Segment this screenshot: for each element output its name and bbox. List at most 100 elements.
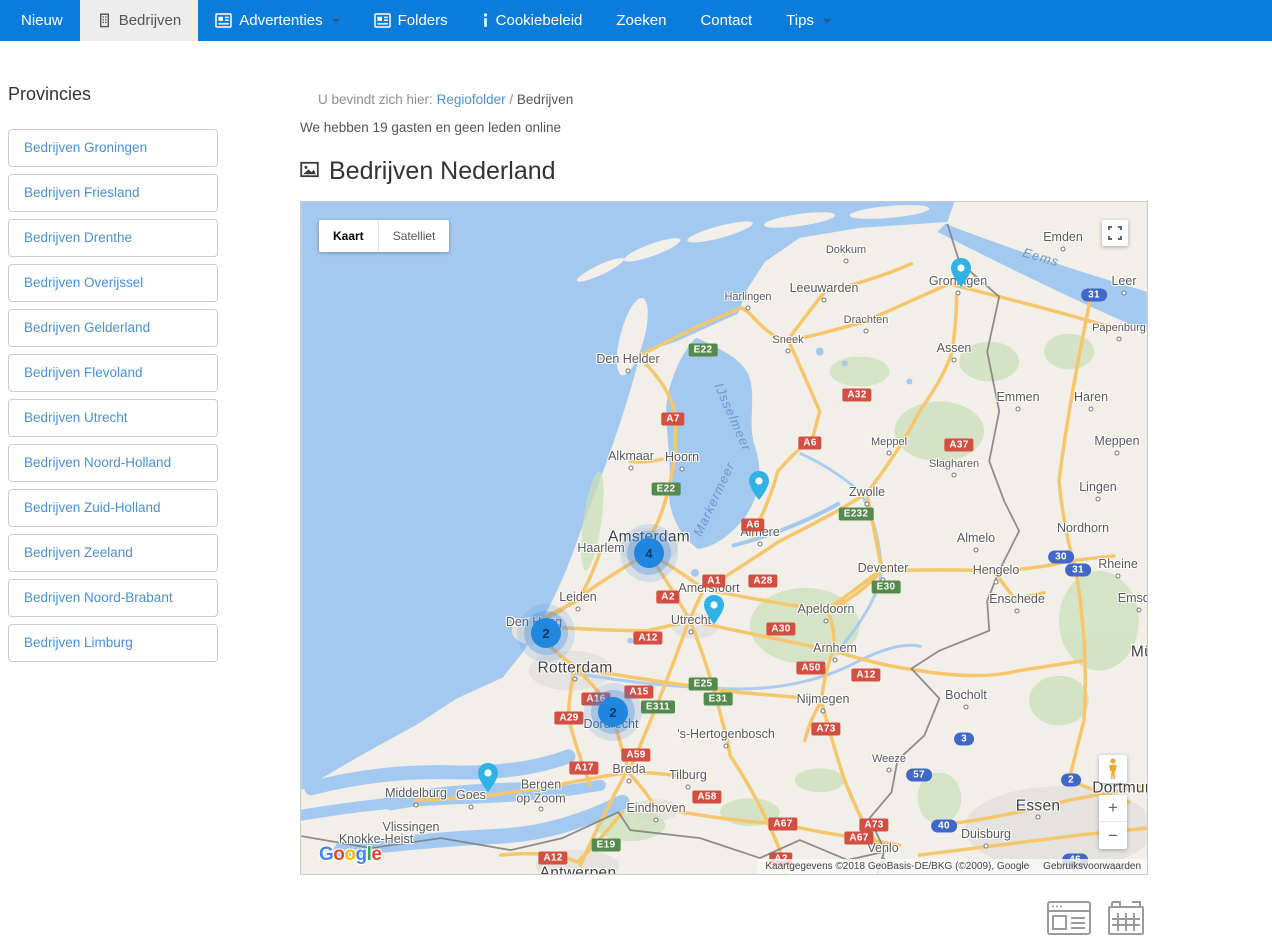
terms-link[interactable]: Gebruiksvoorwaarden (1043, 861, 1141, 872)
map-type-kaart-button[interactable]: Kaart (319, 220, 379, 252)
map-city-label-deventer: Deventer (858, 562, 909, 576)
sidebar-item-bedrijven-limburg[interactable]: Bedrijven Limburg (8, 624, 218, 662)
attribution-text: Kaartgegevens ©2018 GeoBasis-DE/BKG (©20… (765, 861, 1029, 872)
map-city-dot (1016, 407, 1021, 412)
pegman-icon[interactable] (1099, 755, 1127, 783)
breadcrumb-separator: / (509, 92, 513, 107)
map-city-dot (984, 844, 989, 849)
map-city-dot (952, 358, 957, 363)
nav-item-nieuw[interactable]: Nieuw (4, 0, 80, 41)
nav-item-label: Cookiebeleid (496, 12, 583, 29)
zoom-control: + − (1099, 795, 1127, 849)
map-city-label-duisburg: Duisburg (961, 828, 1011, 842)
map-city-label-hengelo: Hengelo (973, 564, 1020, 578)
road-shield-a12: A12 (851, 669, 880, 682)
nav-item-advertenties[interactable]: Advertenties (198, 0, 356, 41)
map-city-dot (1061, 247, 1066, 252)
nav-item-cookiebeleid[interactable]: Cookiebeleid (465, 0, 600, 41)
map-city-label-tilburg: Tilburg (669, 769, 707, 783)
map-cluster-dordrecht[interactable]: 2 (598, 697, 628, 727)
water-label-ijsselmeer: IJsselmeer (711, 381, 754, 454)
breadcrumb-link-regiofolder[interactable]: Regiofolder (437, 92, 506, 107)
road-shield-a59: A59 (621, 749, 650, 762)
map-city-dot (724, 744, 729, 749)
building-icon (97, 13, 112, 28)
water-label-eems: Eems (1021, 245, 1061, 270)
road-shield-40: 40 (931, 820, 957, 833)
map-city-dot (1122, 291, 1127, 296)
map-pin-goes[interactable] (477, 763, 499, 793)
sidebar-item-bedrijven-drenthe[interactable]: Bedrijven Drenthe (8, 219, 218, 257)
map-city-label-weeze: Weeze (872, 753, 906, 765)
map-cluster-amsterdam[interactable]: 4 (634, 538, 664, 568)
map-city-label-rheine: Rheine (1098, 558, 1138, 572)
map-city-label-alkmaar: Alkmaar (608, 450, 654, 464)
sidebar-item-bedrijven-friesland[interactable]: Bedrijven Friesland (8, 174, 218, 212)
sidebar-item-bedrijven-noord-brabant[interactable]: Bedrijven Noord-Brabant (8, 579, 218, 617)
map-city-dot (680, 467, 685, 472)
map-city-label-leer: Leer (1111, 275, 1136, 289)
nav-item-label: Advertenties (239, 12, 322, 29)
article-layout-icon[interactable] (1046, 898, 1092, 943)
map-city-dot (686, 785, 691, 790)
sidebar-item-bedrijven-overijssel[interactable]: Bedrijven Overijssel (8, 264, 218, 302)
caret-down-icon (823, 19, 831, 23)
map-pin-groningen[interactable] (950, 258, 972, 288)
google-map-canvas[interactable]: DokkumEmdenLeerGroningenLeeuwardenHarlin… (300, 201, 1148, 875)
sidebar-item-bedrijven-groningen[interactable]: Bedrijven Groningen (8, 129, 218, 167)
map-city-label-arnhem: Arnhem (813, 642, 857, 656)
map-city-label-leeuwarden: Leeuwarden (790, 282, 859, 296)
google-logo[interactable]: Google (319, 844, 381, 866)
road-shield-31: 31 (1081, 289, 1107, 302)
map-city-label-s-hertogenbosch: 's-Hertogenbosch (677, 728, 775, 742)
sidebar-item-bedrijven-flevoland[interactable]: Bedrijven Flevoland (8, 354, 218, 392)
map-city-dot (573, 677, 578, 682)
breadcrumb-current: Bedrijven (517, 92, 573, 107)
road-shield-e30: E30 (872, 581, 901, 594)
nav-item-zoeken[interactable]: Zoeken (599, 0, 683, 41)
nav-item-folders[interactable]: Folders (357, 0, 465, 41)
sidebar-item-bedrijven-gelderland[interactable]: Bedrijven Gelderland (8, 309, 218, 347)
map-type-control: Kaart Satelliet (319, 220, 449, 252)
map-city-label-enschede: Enschede (989, 593, 1045, 607)
zoom-out-button[interactable]: − (1099, 822, 1127, 849)
map-city-label-sneek: Sneek (772, 334, 803, 346)
calendar-grid-icon[interactable] (1106, 898, 1146, 943)
road-shield-e19: E19 (592, 839, 621, 852)
road-shield-a2: A2 (656, 591, 679, 604)
map-city-label-slagharen: Slagharen (929, 458, 979, 470)
google-logo-letter: G (319, 844, 333, 865)
breadcrumb: U bevindt zich hier: Regiofolder / Bedri… (300, 92, 1150, 107)
map-city-dot (539, 807, 544, 812)
map-pin-amersfoort[interactable] (703, 595, 725, 625)
road-shield-57: 57 (906, 769, 932, 782)
map-city-label-nijmegen: Nijmegen (797, 693, 850, 707)
map-city-label-middelburg: Middelburg (385, 787, 447, 801)
sidebar-item-bedrijven-utrecht[interactable]: Bedrijven Utrecht (8, 399, 218, 437)
map-type-satelliet-button[interactable]: Satelliet (379, 220, 450, 252)
map-city-dot (1137, 608, 1142, 613)
road-shield-e22: E22 (652, 483, 681, 496)
sidebar-item-bedrijven-noord-holland[interactable]: Bedrijven Noord-Holland (8, 444, 218, 482)
map-city-dot (746, 306, 751, 311)
map-city-dot (758, 542, 763, 547)
sidebar-item-bedrijven-zeeland[interactable]: Bedrijven Zeeland (8, 534, 218, 572)
nav-item-label: Nieuw (21, 12, 63, 29)
fullscreen-icon[interactable] (1102, 220, 1128, 246)
sidebar-item-bedrijven-zuid-holland[interactable]: Bedrijven Zuid-Holland (8, 489, 218, 527)
google-logo-letter: o (344, 844, 355, 865)
nav-item-bedrijven[interactable]: Bedrijven (80, 0, 199, 41)
map-city-label-drachten: Drachten (844, 314, 889, 326)
map-city-dot (1117, 337, 1122, 342)
nav-item-contact[interactable]: Contact (683, 0, 769, 41)
map-pin-lelystad[interactable] (748, 471, 770, 501)
nav-item-tips[interactable]: Tips (769, 0, 848, 41)
map-cluster-den-haag[interactable]: 2 (531, 618, 561, 648)
nav-item-label: Tips (786, 12, 814, 29)
map-city-label-dokkum: Dokkum (826, 244, 866, 256)
zoom-in-button[interactable]: + (1099, 795, 1127, 822)
map-city-label-haarlem: Haarlem (577, 542, 624, 556)
map-city-dot (864, 329, 869, 334)
info-icon (482, 13, 489, 28)
road-shield-e22: E22 (689, 344, 718, 357)
